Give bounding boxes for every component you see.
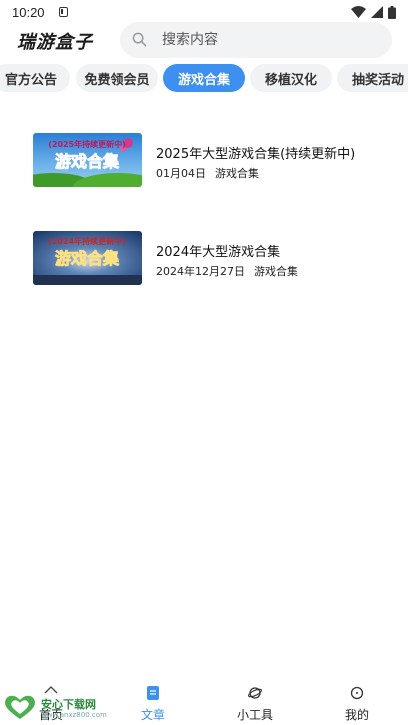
search-icon [132, 32, 147, 47]
tab-port-localization[interactable]: 移植汉化 [250, 64, 332, 92]
profile-icon [350, 686, 364, 700]
tab-free-membership[interactable]: 免费领会员 [76, 64, 158, 92]
watermark-name: 安心下载网 [41, 698, 96, 711]
article-meta: 01月04日 游戏合集 [156, 165, 259, 181]
tab-game-collection[interactable]: 游戏合集 [163, 64, 245, 92]
nav-tools-label: 小工具 [236, 708, 273, 722]
status-time: 10:20 [12, 4, 45, 20]
article-date: 2024年12月27日 [156, 265, 245, 278]
article-date: 01月04日 [156, 167, 206, 180]
notification-icon [58, 7, 68, 17]
article-item[interactable]: (2025年持续更新中) 游戏合集 2025年大型游戏合集(持续更新中) 01月… [33, 133, 383, 189]
article-category: 游戏合集 [215, 167, 259, 180]
tools-icon [248, 687, 262, 699]
thumb-caption: (2025年持续更新中) [48, 139, 126, 149]
nav-tools[interactable]: 小工具 [204, 684, 306, 725]
article-title[interactable]: 2025年大型游戏合集(持续更新中) [156, 143, 355, 162]
article-category: 游戏合集 [254, 265, 298, 278]
watermark-url: www.anxz800.com [41, 711, 107, 719]
article-icon [147, 686, 159, 700]
battery-icon [388, 5, 396, 19]
tab-lottery-events[interactable]: 抽奖活动 [337, 64, 408, 92]
status-indicators [351, 5, 396, 19]
signal-icon [371, 6, 383, 18]
category-tabs: 官方公告 免费领会员 游戏合集 移植汉化 抽奖活动 [0, 64, 408, 92]
app-title: 瑞游盒子 [17, 32, 93, 53]
article-thumbnail: (2025年持续更新中) 游戏合集 [33, 133, 142, 187]
nav-article-label: 文章 [140, 708, 165, 722]
status-bar: 10:20 [0, 0, 408, 24]
watermark-logo: 安心下载网 www.anxz800.com [3, 694, 113, 722]
article-meta: 2024年12月27日 游戏合集 [156, 263, 298, 279]
article-title[interactable]: 2024年大型游戏合集 [156, 241, 280, 260]
nav-article[interactable]: 文章 [102, 684, 204, 725]
nav-profile-label: 我的 [344, 708, 369, 722]
nav-profile[interactable]: 我的 [306, 684, 408, 725]
thumb-main-text: 游戏合集 [55, 152, 120, 171]
search-box[interactable] [120, 22, 392, 58]
thumb-main-text: 游戏合集 [55, 249, 120, 268]
article-thumbnail: (2024年持续更新中) 游戏合集 [33, 231, 142, 285]
tab-official-announcement[interactable]: 官方公告 [0, 64, 70, 92]
search-input[interactable] [162, 22, 382, 58]
article-item[interactable]: (2024年持续更新中) 游戏合集 2024年大型游戏合集 2024年12月27… [33, 231, 383, 287]
wifi-icon [351, 6, 366, 18]
watermark-heart-icon [5, 695, 35, 719]
header: 瑞游盒子 [0, 22, 408, 58]
thumb-caption: (2024年持续更新中) [48, 236, 126, 246]
